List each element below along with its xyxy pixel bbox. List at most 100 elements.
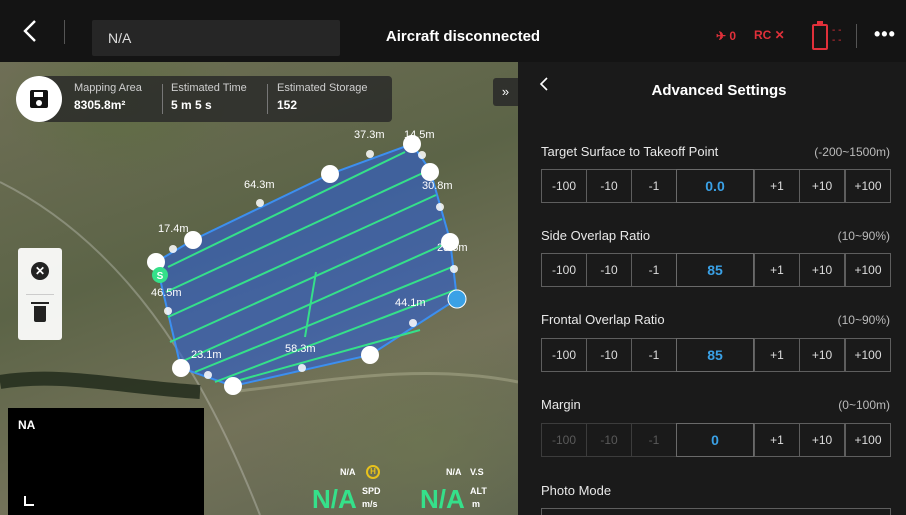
increment-button[interactable]: +100 [845, 338, 891, 372]
value-stepper: -100 -10 -1 0 +1 +10 +100 [541, 423, 891, 457]
increment-button[interactable]: +100 [845, 423, 891, 457]
setting-range: (10~90%) [837, 313, 890, 327]
map-tools: ✕ [18, 248, 62, 340]
altitude-unit: m [472, 499, 481, 509]
divider [162, 84, 163, 114]
mission-summary-card: Mapping Area 8305.8m² Estimated Time 5 m… [16, 76, 392, 122]
stat-label: Estimated Time [171, 82, 247, 94]
stat-label: Estimated Storage [277, 82, 368, 94]
setting-value-input[interactable]: 85 [676, 338, 754, 372]
mission-name-field[interactable]: N/A [92, 20, 340, 56]
divider [267, 84, 268, 114]
back-arrow-icon[interactable] [18, 18, 44, 44]
stat-value: 5 m 5 s [171, 98, 212, 112]
decrement-button[interactable]: -1 [631, 253, 677, 287]
panel-title: Advanced Settings [651, 82, 787, 99]
decrement-button[interactable]: -100 [541, 338, 587, 372]
edge-label: 23.1m [191, 349, 222, 361]
expand-corner-icon[interactable] [24, 496, 34, 506]
decrement-button[interactable]: -1 [631, 169, 677, 203]
divider [856, 24, 857, 48]
aircraft-status-icon: ✈ 0 [716, 29, 737, 43]
home-distance-value: N/A [340, 467, 356, 477]
speed-label: SPD [362, 486, 381, 496]
increment-button[interactable]: +1 [754, 423, 800, 457]
rc-status-icon: RC ✕ [754, 28, 785, 42]
increment-button[interactable]: +100 [845, 169, 891, 203]
edge-label: 30.8m [422, 180, 453, 192]
collapse-panel-button[interactable]: » [493, 78, 518, 106]
setting-range: (0~100m) [838, 398, 890, 412]
setting-label: Frontal Overlap Ratio [541, 312, 665, 327]
increment-button[interactable]: +1 [754, 169, 800, 203]
mapping-area-stat: Mapping Area 8305.8m² [74, 82, 142, 112]
increment-button[interactable]: +10 [799, 338, 845, 372]
decrement-button[interactable]: -10 [586, 338, 632, 372]
decrement-button[interactable]: -10 [586, 253, 632, 287]
home-point-icon: H [366, 465, 380, 479]
increment-button[interactable]: +100 [845, 253, 891, 287]
edge-label: 37.3m [354, 129, 385, 141]
battery-value: - - - - [832, 25, 842, 46]
stat-value: 152 [277, 98, 298, 112]
divider [64, 20, 65, 44]
decrement-button[interactable]: -1 [631, 338, 677, 372]
increment-button[interactable]: +1 [754, 253, 800, 287]
estimated-storage-stat: Estimated Storage 152 [277, 82, 368, 112]
stat-label: Mapping Area [74, 82, 142, 94]
setting-label: Side Overlap Ratio [541, 228, 651, 243]
start-marker-label: S [157, 271, 164, 282]
setting-range: (-200~1500m) [814, 145, 890, 159]
divider [26, 294, 54, 295]
map-view[interactable]: S 37.3m 14.5m 64.3m 30.8m 17.4m 23.5m 46… [0, 62, 518, 515]
edge-label: 46.5m [151, 287, 182, 299]
edge-label: 17.4m [158, 223, 189, 235]
setting-value-input[interactable]: 0.0 [676, 169, 754, 203]
save-button[interactable] [16, 76, 62, 122]
speed-value: N/A [312, 484, 357, 514]
decrement-button: -10 [586, 423, 632, 457]
save-icon [30, 90, 48, 108]
map-tree-line [0, 371, 201, 399]
estimated-time-stat: Estimated Time 5 m 5 s [171, 82, 247, 112]
photo-mode-label: Photo Mode [541, 483, 612, 498]
speed-unit: m/s [362, 499, 378, 509]
stat-value: 8305.8m² [74, 98, 126, 112]
edge-label: 58.3m [285, 343, 316, 355]
decrement-button[interactable]: -100 [541, 253, 587, 287]
vertical-speed-value: N/A [446, 467, 462, 477]
vertical-speed-label: V.S [470, 467, 484, 477]
decrement-button[interactable]: -10 [586, 169, 632, 203]
decrement-button: -100 [541, 423, 587, 457]
edge-label: 64.3m [244, 179, 275, 191]
altitude-value: N/A [420, 484, 465, 514]
camera-preview[interactable]: NA [8, 408, 204, 515]
setting-value-input[interactable]: 0 [676, 423, 754, 457]
increment-button[interactable]: +10 [799, 423, 845, 457]
increment-button[interactable]: +1 [754, 338, 800, 372]
edge-label: 14.5m [404, 129, 435, 141]
connection-status-title: Aircraft disconnected [385, 28, 541, 45]
camera-preview-label: NA [18, 418, 36, 432]
delete-icon[interactable] [31, 302, 49, 322]
edge-label: 23.5m [437, 242, 468, 254]
setting-range: (10~90%) [837, 229, 890, 243]
setting-label: Margin [541, 397, 581, 412]
increment-button[interactable]: +10 [799, 169, 845, 203]
advanced-settings-panel: Advanced Settings Target Surface to Take… [518, 62, 906, 515]
decrement-button[interactable]: -100 [541, 169, 587, 203]
altitude-label: ALT [470, 486, 487, 496]
setting-value-input[interactable]: 85 [676, 253, 754, 287]
value-stepper: -100 -10 -1 0.0 +1 +10 +100 [541, 169, 891, 203]
selected-vertex-handle[interactable] [447, 289, 467, 309]
top-bar: N/A Aircraft disconnected ✈ 0 RC ✕ - - -… [0, 0, 906, 62]
battery-icon [812, 21, 828, 50]
increment-button[interactable]: +10 [799, 253, 845, 287]
more-menu-icon[interactable]: ••• [874, 24, 896, 45]
photo-mode-selector[interactable] [541, 508, 891, 515]
value-stepper: -100 -10 -1 85 +1 +10 +100 [541, 253, 891, 287]
edge-label: 44.1m [395, 297, 426, 309]
setting-label: Target Surface to Takeoff Point [541, 144, 719, 159]
clear-icon[interactable]: ✕ [31, 262, 49, 280]
value-stepper: -100 -10 -1 85 +1 +10 +100 [541, 338, 891, 372]
